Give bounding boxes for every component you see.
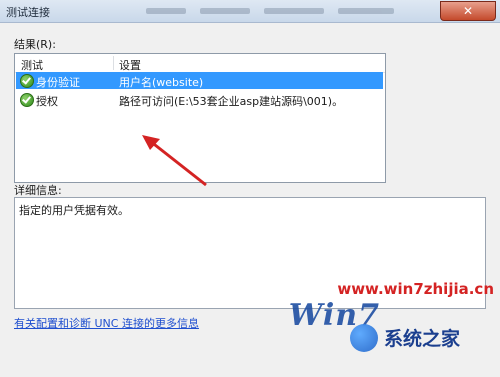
column-header-test[interactable]: 测试: [21, 57, 43, 73]
background-toolbar: [146, 6, 412, 16]
row-test-name: 身份验证: [36, 76, 80, 89]
title-bar: 测试连接 ✕: [0, 0, 500, 23]
close-icon: ✕: [462, 4, 474, 18]
details-text: 指定的用户凭据有效。: [19, 204, 129, 217]
row-test-name: 授权: [36, 95, 58, 108]
column-divider[interactable]: [113, 56, 114, 70]
watermark-url: www.win7zhijia.cn: [337, 280, 494, 298]
row-setting-value: 用户名(website): [119, 76, 204, 89]
results-row-authentication[interactable]: 身份验证 用户名(website): [16, 72, 383, 89]
results-header: 测试 设置: [15, 54, 385, 73]
results-row-authorization[interactable]: 授权 路径可访问(E:\53套企业asp建站源码\001)。: [16, 91, 383, 108]
details-label: 详细信息:: [14, 184, 62, 197]
brand-logo-icon: [350, 324, 378, 352]
results-label: 结果(R):: [14, 38, 56, 51]
unc-help-link[interactable]: 有关配置和诊断 UNC 连接的更多信息: [14, 315, 199, 331]
brand-name: 系统之家: [384, 328, 461, 350]
row-setting-value: 路径可访问(E:\53套企业asp建站源码\001)。: [119, 95, 344, 108]
check-circle-icon: [20, 93, 34, 107]
close-button[interactable]: ✕: [440, 1, 496, 21]
column-header-setting[interactable]: 设置: [119, 57, 141, 73]
window-title: 测试连接: [6, 6, 50, 19]
watermark-brand: 系统之家: [350, 318, 500, 354]
check-circle-icon: [20, 74, 34, 88]
annotation-arrow: [142, 135, 207, 187]
